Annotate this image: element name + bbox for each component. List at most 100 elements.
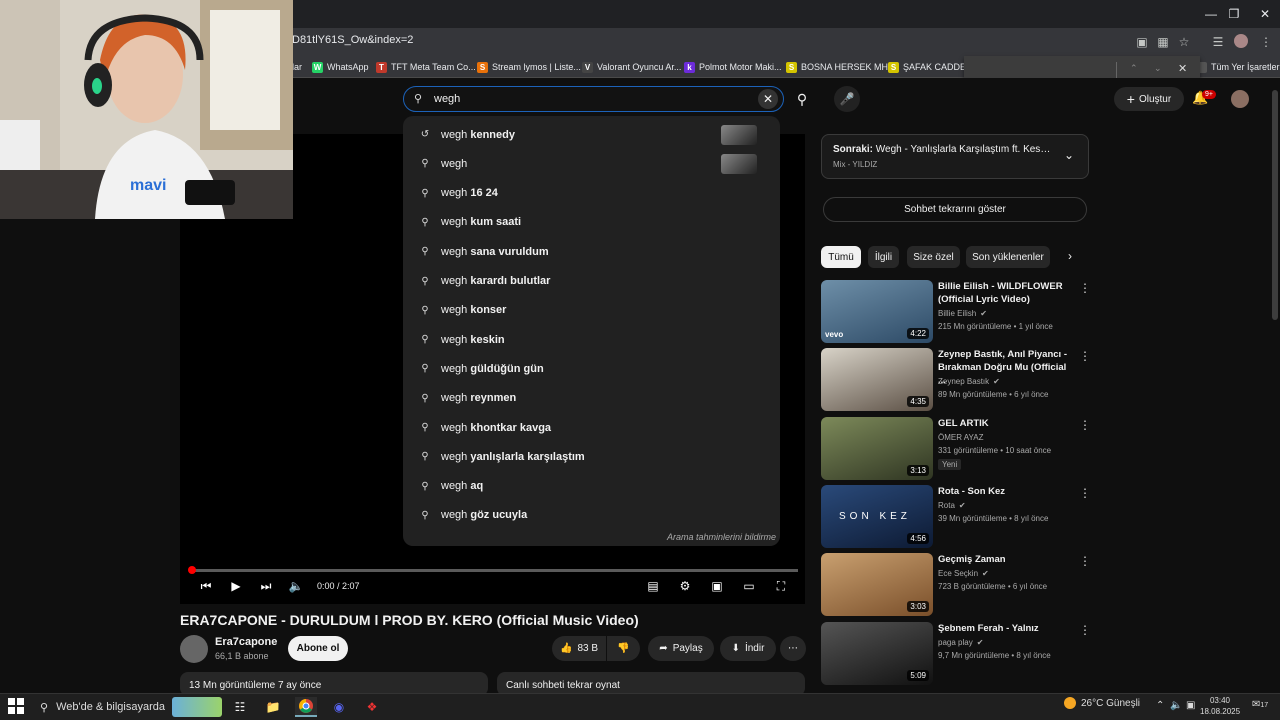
video-thumbnail[interactable]: 3:13 [821, 417, 933, 480]
all-bookmarks[interactable]: Tüm Yer İşaretleri [1196, 60, 1280, 74]
video-title[interactable]: GEL ARTIK [938, 417, 1070, 430]
channel-avatar[interactable] [180, 635, 208, 663]
clock[interactable]: 03:40 18.08.2025 [1200, 695, 1240, 717]
close-window-icon[interactable]: ✕ [1242, 0, 1280, 28]
video-channel[interactable]: Rota ✔ [938, 501, 966, 510]
bookmark-item[interactable]: V Valorant Oyuncu Ar... [582, 60, 681, 74]
suggestion-item[interactable]: ⚲ wegh 16 24 [403, 179, 780, 208]
find-prev-icon[interactable]: ⌃ [1130, 63, 1138, 74]
video-title[interactable]: Rota - Son Kez [938, 485, 1070, 498]
previous-icon[interactable]: ⏮ [199, 578, 213, 594]
share-button[interactable]: ➦ Paylaş [648, 636, 714, 661]
app-icon[interactable]: ❖ [361, 697, 383, 717]
more-options-icon[interactable]: ⋮ [1079, 554, 1091, 568]
recommended-video[interactable]: 4:35 Zeynep Bastık, Anıl Piyancı - Bırakm… [821, 348, 1101, 412]
filter-chip[interactable]: Son yüklenenler [966, 246, 1050, 268]
filter-chip[interactable]: Tümü [821, 246, 861, 268]
more-options-icon[interactable]: ⋮ [1079, 281, 1091, 295]
account-avatar[interactable] [1231, 90, 1249, 108]
star-icon[interactable]: ☆ [1176, 34, 1192, 50]
fullscreen-icon[interactable]: ⛶ [773, 578, 789, 594]
more-actions-icon[interactable]: ⋯ [780, 636, 806, 661]
settings-gear-icon[interactable]: ⚙ [677, 578, 693, 594]
menu-dots-icon[interactable]: ⋮ [1258, 34, 1274, 50]
bookmark-item[interactable]: T TFT Meta Team Co... [376, 60, 476, 74]
video-title[interactable]: Billie Eilish - WILDFLOWER (Official Lyr… [938, 280, 1070, 306]
recommended-video[interactable]: SON KEZ 4:56 Rota - Son Kez Rota ✔ 39 Mn görü… [821, 485, 1101, 549]
recommended-video[interactable]: 5:09 Şebnem Ferah - Yalnız paga play ✔ 9,7 M… [821, 622, 1101, 686]
suggestion-item[interactable]: ⚲ wegh konser [403, 296, 780, 325]
volume-tray-icon[interactable]: 🔈 [1170, 700, 1182, 711]
bookmark-item[interactable]: k Polmot Motor Maki... [684, 60, 782, 74]
search-button[interactable]: ⚲ [786, 86, 818, 112]
file-explorer-icon[interactable]: 📁 [262, 697, 284, 717]
subscribe-button[interactable]: Abone ol [288, 636, 348, 661]
next-icon[interactable]: ⏭ [259, 578, 273, 594]
progress-bar[interactable] [191, 569, 798, 572]
discord-icon[interactable]: ◉ [328, 697, 350, 717]
next-title[interactable]: Sonraki: Wegh - Yanlışlarla Karşılaştım … [833, 144, 1053, 155]
dislike-button[interactable]: 👎 [607, 636, 640, 661]
notification-center-icon[interactable]: ✉17 [1252, 699, 1268, 710]
video-channel[interactable]: ÖMER AYAZ [938, 433, 984, 442]
video-thumbnail[interactable]: 3:03 [821, 553, 933, 616]
task-view-icon[interactable]: ☷ [229, 697, 251, 717]
video-thumbnail[interactable]: SON KEZ 4:56 [821, 485, 933, 548]
suggestion-item[interactable]: ⚲ wegh reynmen [403, 384, 780, 413]
recommended-video[interactable]: 3:03 Geçmiş Zaman Ece Seçkin ✔ 723 B görüntü… [821, 553, 1101, 617]
play-icon[interactable]: ▶ [229, 578, 243, 594]
show-chat-replay-button[interactable]: Sohbet tekrarını göster [823, 197, 1087, 222]
video-title[interactable]: Geçmiş Zaman [938, 553, 1070, 566]
find-next-icon[interactable]: ⌄ [1154, 63, 1162, 74]
network-icon[interactable]: ▣ [1186, 700, 1195, 711]
theater-icon[interactable]: ▭ [741, 578, 757, 594]
video-thumbnail[interactable]: 5:09 [821, 622, 933, 685]
suggestion-item[interactable]: ⚲ wegh yanlışlarla karşılaştım [403, 442, 780, 471]
more-options-icon[interactable]: ⋮ [1079, 623, 1091, 637]
bookmark-item[interactable]: lar [292, 60, 302, 74]
report-predictions-link[interactable]: Arama tahminlerini bildirme [667, 532, 776, 542]
suggestion-item[interactable]: ⚲ wegh karardı bulutlar [403, 267, 780, 296]
video-thumbnail[interactable]: vevo 4:22 [821, 280, 933, 343]
download-button[interactable]: ⬇ İndir [720, 636, 776, 661]
extension-icon[interactable]: ▦ [1155, 34, 1171, 50]
bookmark-item[interactable]: S Stream lymos | Liste... [477, 60, 581, 74]
video-channel[interactable]: paga play ✔ [938, 638, 983, 647]
subtitles-icon[interactable]: ▤ [645, 578, 661, 594]
video-channel[interactable]: Ece Seçkin ✔ [938, 569, 989, 578]
progress-scrubber[interactable] [188, 566, 196, 574]
suggestion-item[interactable]: ↺ wegh kennedy [403, 120, 780, 149]
suggestion-item[interactable]: ⚲ wegh göz ucuyla [403, 501, 780, 530]
reading-list-icon[interactable]: ☰ [1210, 34, 1226, 50]
next-in-mix-card[interactable] [821, 134, 1089, 179]
video-title[interactable]: Şebnem Ferah - Yalnız [938, 622, 1070, 635]
more-options-icon[interactable]: ⋮ [1079, 486, 1091, 500]
windows-start-icon[interactable] [8, 698, 24, 714]
scrollbar[interactable] [1272, 90, 1278, 320]
clear-search-icon[interactable]: ✕ [758, 89, 778, 109]
video-thumbnail[interactable]: 4:35 [821, 348, 933, 411]
video-channel[interactable]: Zeynep Bastık ✔ [938, 377, 1000, 386]
suggestion-item[interactable]: ⚲ wegh sana vuruldum [403, 237, 780, 266]
recommended-video[interactable]: vevo 4:22 Billie Eilish - WILDFLOWER (Offi… [821, 280, 1101, 344]
weather-widget[interactable]: 26°C Güneşli [1064, 697, 1140, 709]
chrome-icon[interactable] [295, 697, 317, 717]
miniplayer-icon[interactable]: ▣ [709, 578, 725, 594]
tray-chevron-icon[interactable]: ⌃ [1156, 700, 1164, 711]
filter-chip[interactable]: İlgili [868, 246, 899, 268]
bookmark-item[interactable]: S BOSNA HERSEK MH... [786, 60, 896, 74]
video-channel[interactable]: Billie Eilish ✔ [938, 309, 987, 318]
find-close-icon[interactable]: ✕ [1178, 62, 1187, 75]
filter-chip[interactable]: Size özel [907, 246, 960, 268]
recommended-video[interactable]: 3:13 GEL ARTIK ÖMER AYAZ 331 görüntüleme • … [821, 417, 1101, 481]
search-input[interactable]: wegh [434, 93, 460, 105]
suggestion-item[interactable]: ⚲ wegh kum saati [403, 208, 780, 237]
more-options-icon[interactable]: ⋮ [1079, 418, 1091, 432]
suggestion-item[interactable]: ⚲ wegh khontkar kavga [403, 413, 780, 442]
suggestion-item[interactable]: ⚲ wegh [403, 149, 780, 178]
more-options-icon[interactable]: ⋮ [1079, 349, 1091, 363]
search-highlight-image[interactable] [172, 697, 222, 717]
like-button[interactable]: 👍 83 B [552, 636, 606, 661]
suggestion-item[interactable]: ⚲ wegh güldüğün gün [403, 354, 780, 383]
suggestion-item[interactable]: ⚲ wegh keskin [403, 325, 780, 354]
